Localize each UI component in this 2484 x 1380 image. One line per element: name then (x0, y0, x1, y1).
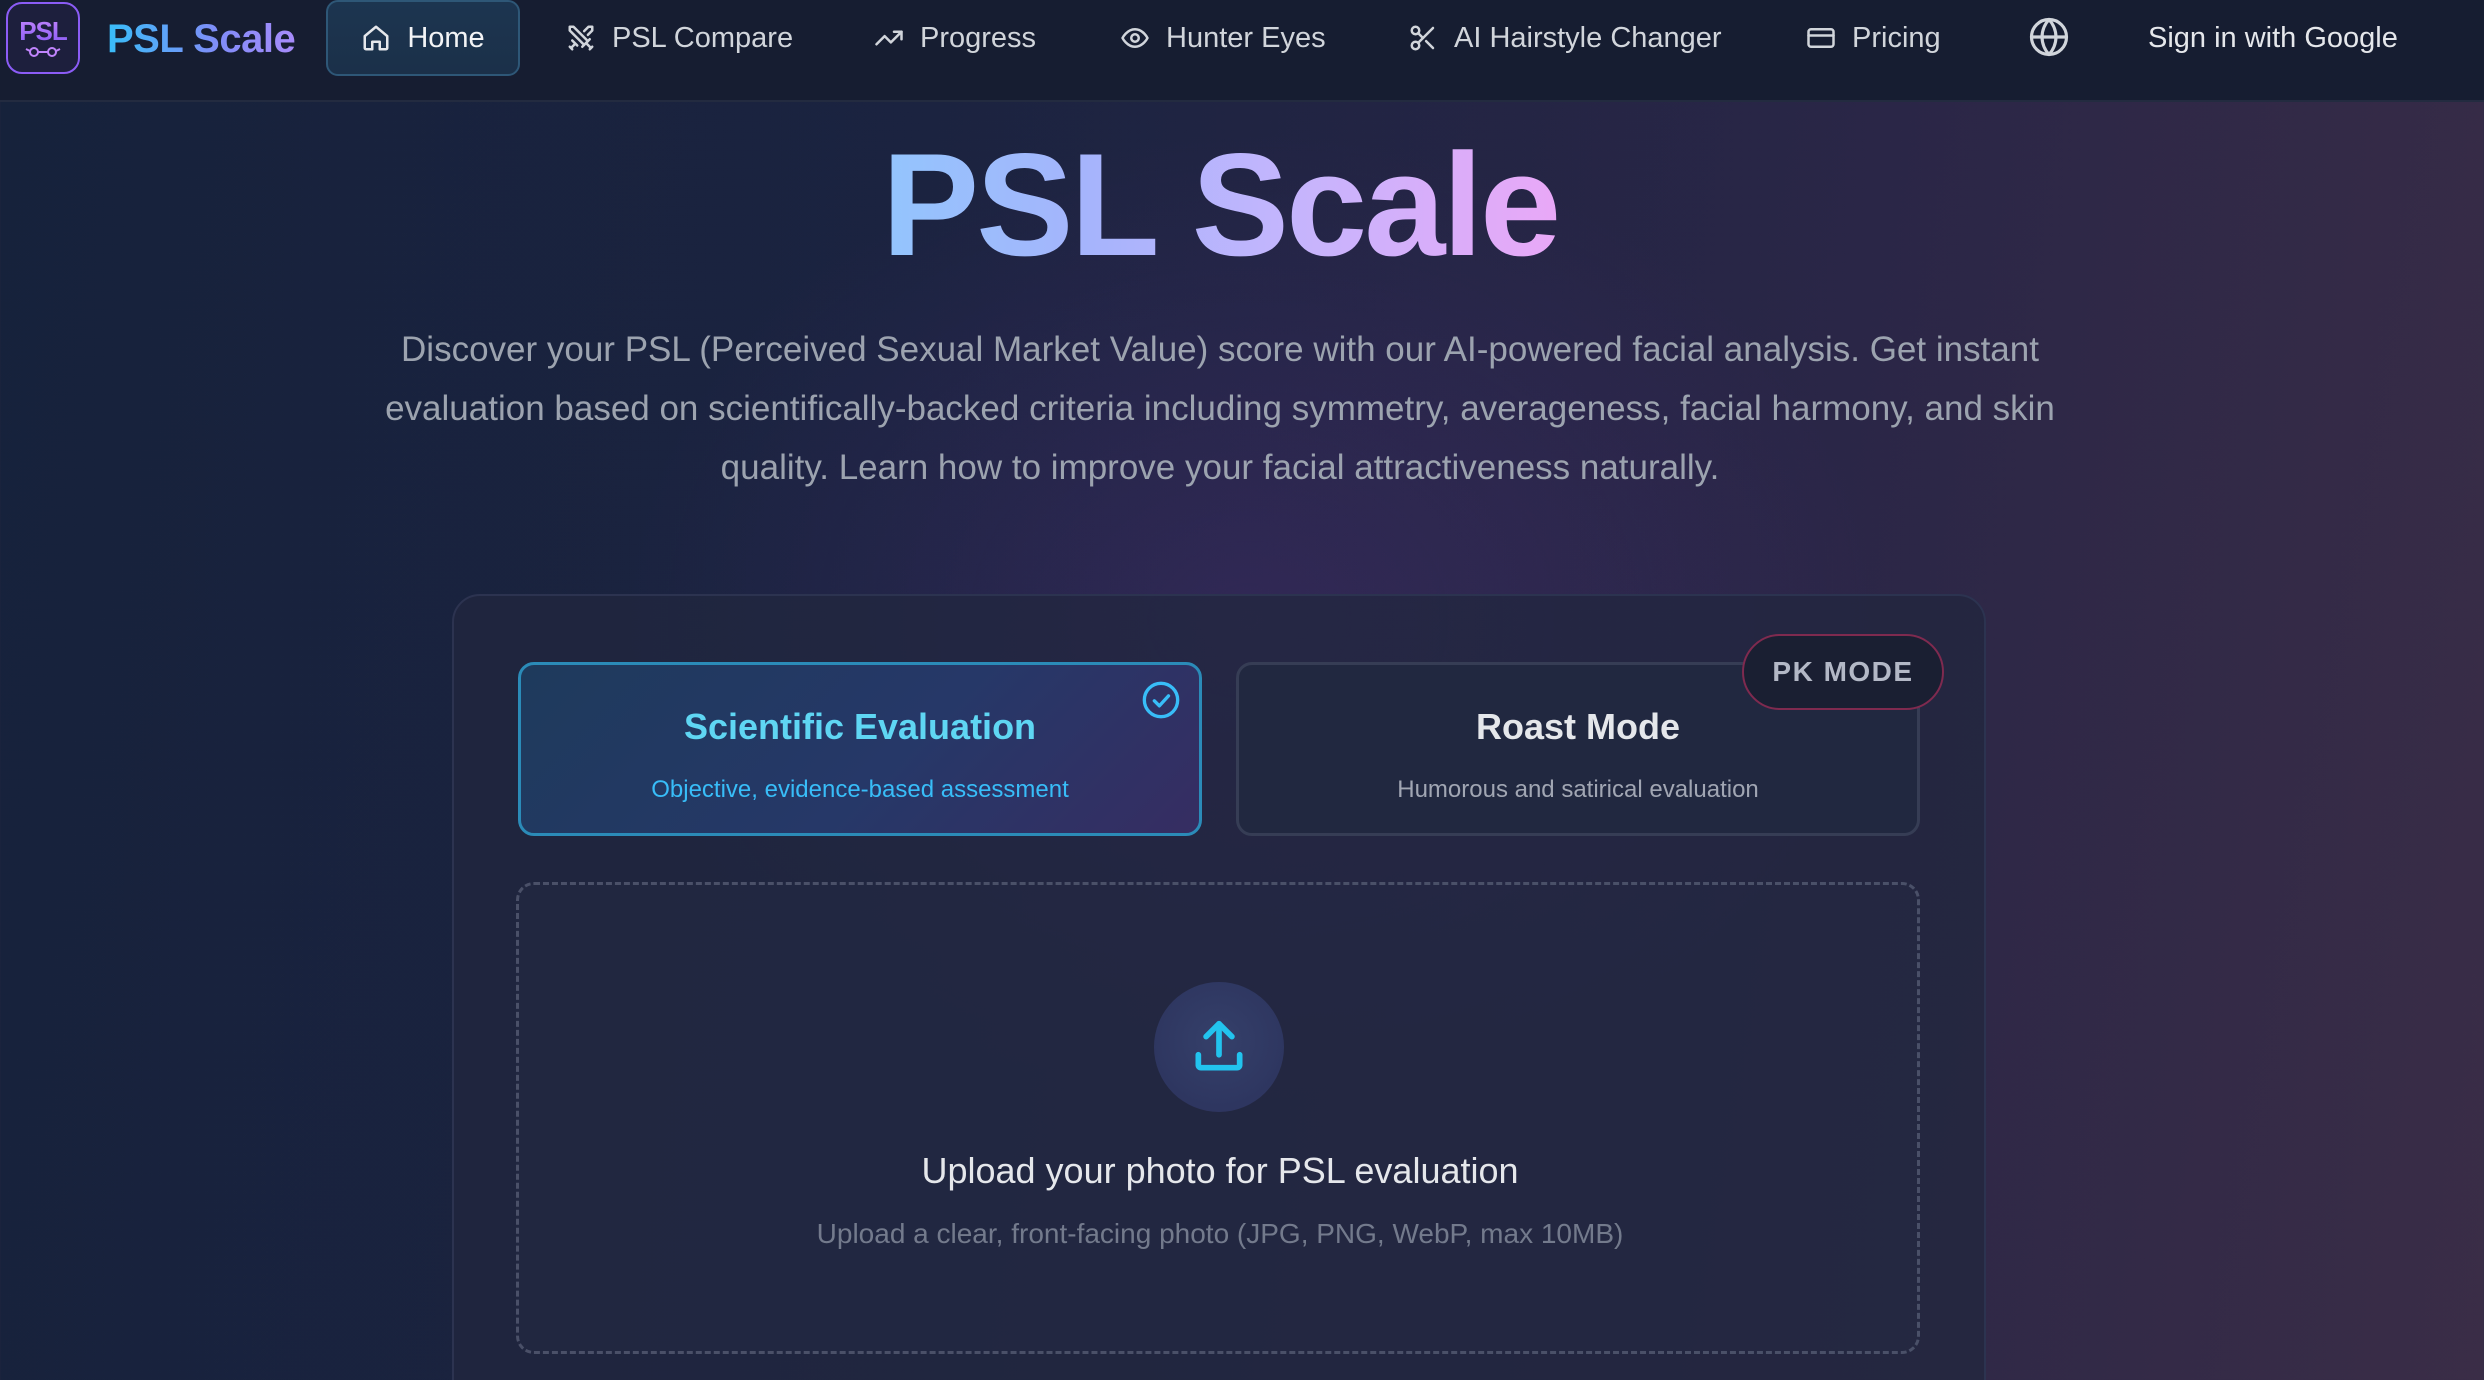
logo-text: PSL (19, 16, 68, 46)
scissors-icon (1410, 25, 1435, 51)
page-title: PSL Scale (0, 130, 2440, 280)
nav-item-label: Hunter Eyes (1166, 21, 1326, 54)
upload-icon-circle[interactable] (1154, 982, 1284, 1112)
mode-subtitle: Humorous and satirical evaluation (1397, 776, 1759, 803)
selected-check-icon (1142, 681, 1180, 719)
upload-subtitle: Upload a clear, front-facing photo (JPG,… (816, 1218, 1624, 1249)
nav-item-label: PSL Compare (612, 21, 794, 54)
mode-title: Roast Mode (1475, 706, 1680, 747)
logo-glasses-icon (25, 47, 61, 57)
swords-icon (568, 25, 594, 51)
upload-title: Upload your photo for PSL evaluation (921, 1150, 1519, 1191)
globe-icon[interactable] (2028, 16, 2070, 58)
home-icon (363, 25, 389, 51)
nav-item-ai-hairstyle-changer[interactable]: AI Hairstyle Changer (1408, 0, 1722, 76)
nav-item-home[interactable]: Home (326, 0, 520, 76)
mode-scientific-evaluation[interactable]: Scientific Evaluation Objective, evidenc… (518, 662, 1202, 836)
brand-name[interactable]: PSL Scale (107, 14, 296, 64)
photo-upload-dropzone[interactable] (516, 882, 1920, 1354)
top-navbar: PSL PSL Scale Home PSL Compare Progress (0, 0, 2484, 102)
nav-item-label: Pricing (1852, 21, 1941, 54)
upload-icon (1195, 1020, 1243, 1071)
mode-title: Scientific Evaluation (683, 706, 1037, 747)
nav-item-pricing[interactable]: Pricing (1806, 0, 1941, 76)
nav-item-label: Home (407, 21, 485, 54)
nav-item-hunter-eyes[interactable]: Hunter Eyes (1120, 0, 1326, 76)
hero-description: Discover your PSL (Perceived Sexual Mark… (385, 330, 2055, 487)
trending-up-icon (875, 30, 903, 46)
logo[interactable]: PSL (6, 2, 80, 74)
nav-item-psl-compare[interactable]: PSL Compare (566, 0, 793, 76)
credit-card-icon (1807, 28, 1835, 48)
pk-mode-badge[interactable]: PK MODE (1742, 634, 1944, 710)
nav-item-label: AI Hairstyle Changer (1454, 21, 1722, 54)
page-title-text: PSL Scale (881, 123, 1561, 286)
eye-icon (1121, 28, 1149, 48)
nav-item-progress[interactable]: Progress (874, 0, 1036, 76)
nav-item-label: Progress (920, 21, 1037, 54)
sign-in-google-button[interactable]: Sign in with Google (2148, 14, 2398, 62)
mode-subtitle: Objective, evidence-based assessment (651, 776, 1069, 803)
